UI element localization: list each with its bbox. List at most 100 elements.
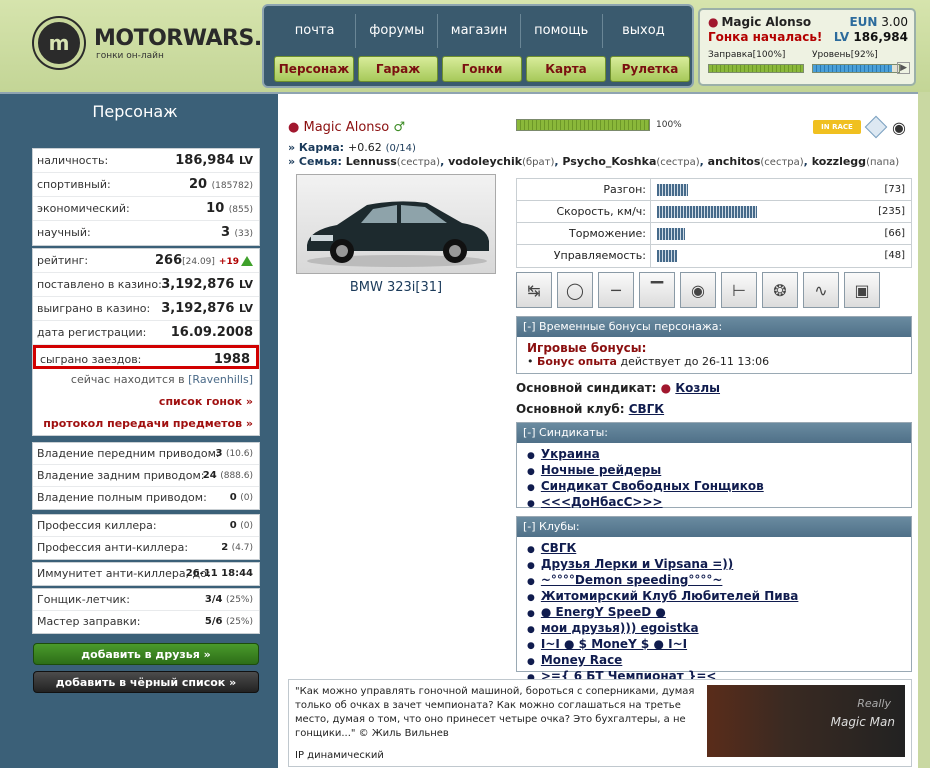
club-item-link[interactable]: ● EnergY SpeeD ● <box>541 605 666 619</box>
main-syndicate-line: Основной синдикат: ● Козлы <box>516 381 720 395</box>
add-blacklist-button[interactable]: добавить в чёрный список » <box>33 671 259 693</box>
immunity-box: Иммунитет анти-киллера, до: 26-11 18:44 <box>32 562 260 586</box>
nav-button-character[interactable]: Персонаж <box>274 56 354 82</box>
fuel-master-num: 5/6 <box>204 616 223 627</box>
syndicates-header[interactable]: [-] Синдикаты: <box>517 423 911 443</box>
drive-rear-row: Владение задним приводом: 24 (888.6) <box>33 465 259 487</box>
family-member[interactable]: vodoleychik <box>448 155 522 168</box>
casino-bet-value: 3,192,876 LV <box>161 273 253 297</box>
nav-button-garage[interactable]: Гараж <box>358 56 438 82</box>
club-item-link[interactable]: Money Race <box>541 653 622 667</box>
club-item-link[interactable]: мои друзья))) egoistka <box>541 621 699 635</box>
stat-bar <box>657 184 688 196</box>
club-item-link[interactable]: Житомирский Клуб Любителей Пива <box>541 589 799 603</box>
nav-link-forums[interactable]: форумы <box>356 14 439 48</box>
casino-won-value: 3,192,876 LV <box>161 297 253 321</box>
car-stats-table: Разгон: [73] Скорость, км/ч: [235] Торможе… <box>516 178 912 268</box>
stat-bar <box>657 250 677 262</box>
karma-sub[interactable]: (0/14) <box>386 143 416 154</box>
spoiler-icon[interactable]: ▔ <box>639 272 675 308</box>
eun-balance: EUN 3.00 <box>849 15 908 29</box>
syndicate-link[interactable]: Козлы <box>675 381 720 395</box>
races-played-value: 1988 <box>213 352 250 367</box>
sport-skill-row: спортивный: 20 (185782) <box>33 173 259 197</box>
list-item: <<<ДоНбасС>>> <box>527 495 901 511</box>
nav-button-map[interactable]: Карта <box>526 56 606 82</box>
race-status[interactable]: Гонка началась! <box>708 30 822 44</box>
family-member[interactable]: Psycho_Koshka <box>562 155 656 168</box>
nav-link-help[interactable]: помощь <box>521 14 603 48</box>
club-item-link[interactable]: Друзья Лерки и Vipsana =)) <box>541 557 733 571</box>
suspension-icon[interactable]: ↹ <box>516 272 552 308</box>
car-name[interactable]: BMW 323i[31] <box>296 280 496 295</box>
add-friend-button[interactable]: добавить в друзья » <box>33 643 259 665</box>
race-list-link[interactable]: список гонок » <box>33 391 259 413</box>
temp-bonus-panel: [-] Временные бонусы персонажа: Игровые … <box>516 316 912 374</box>
transfer-log-link[interactable]: протокол передачи предметов » <box>33 413 259 435</box>
killer-value: 0 (0) <box>230 515 253 537</box>
rating-plus: +19 <box>218 257 239 267</box>
user-box: ● Magic Alonso Гонка началась! EUN 3.00 L… <box>698 8 916 86</box>
club-item-link[interactable]: I~I ● $ MoneY $ ● I~I <box>541 637 687 651</box>
diamond-icon[interactable] <box>864 115 888 139</box>
car-photo[interactable] <box>296 174 496 274</box>
fuel-master-value: 5/6 (25%) <box>205 611 253 633</box>
clubs-header[interactable]: [-] Клубы: <box>517 517 911 537</box>
list-item: СВГК <box>527 541 901 557</box>
brake-disc-icon[interactable]: ◉ <box>680 272 716 308</box>
drive-awd-num: 0 <box>229 492 237 503</box>
syndicate-item-link[interactable]: Украина <box>541 447 600 461</box>
club-item-link[interactable]: СВГК <box>541 541 576 555</box>
nav-button-roulette[interactable]: Рулетка <box>610 56 690 82</box>
temp-bonus-header[interactable]: [-] Временные бонусы персонажа: <box>517 317 911 337</box>
karma-value: +0.62 <box>348 141 382 154</box>
intake-icon[interactable]: ⊢ <box>721 272 757 308</box>
money-row: наличность: 186,984 LV <box>33 149 259 173</box>
exhaust-icon[interactable]: ─ <box>598 272 634 308</box>
club-item-link[interactable]: ~°°°°Demon speeding°°°°~ <box>541 573 723 587</box>
list-item: Украина <box>527 447 901 463</box>
stat-label: Скорость, км/ч: <box>517 201 651 223</box>
sport-skill-sub: (185782) <box>211 181 253 191</box>
skills-box: Гонщик-летчик: 3/4 (25%) Мастер заправки:… <box>32 588 260 634</box>
family-member[interactable]: anchitos <box>708 155 761 168</box>
club-link[interactable]: СВГК <box>629 402 664 416</box>
nav-link-logout[interactable]: выход <box>603 14 684 48</box>
nav-link-mail[interactable]: почта <box>274 14 357 48</box>
location-row: сейчас находится в [Ravenhills] <box>33 369 259 391</box>
expand-arrow-icon[interactable]: ▶ <box>897 62 910 74</box>
stat-label: Торможение: <box>517 223 651 245</box>
stat-bar <box>657 228 685 240</box>
ecu-icon[interactable]: ∿ <box>803 272 839 308</box>
site-logo[interactable]: m MOTORWARS.RU гонки он-лайн <box>34 18 296 68</box>
casino-bet-unit: LV <box>238 278 253 291</box>
turbo-icon[interactable]: ❂ <box>762 272 798 308</box>
nav-top-links: почта форумы магазин помощь выход <box>274 14 684 48</box>
location-link[interactable]: [Ravenhills] <box>188 373 253 386</box>
money-box: наличность: 186,984 LV спортивный: 20 (185… <box>32 148 260 246</box>
family-label: » Семья: <box>288 155 342 168</box>
drive-front-num: 3 <box>215 448 223 459</box>
clubs-body: СВГК Друзья Лерки и Vipsana =)) ~°°°°Dem… <box>517 537 911 689</box>
stat-value: [48] <box>884 250 905 261</box>
profile-name-text: Magic Alonso <box>303 120 390 135</box>
nav-button-races[interactable]: Гонки <box>442 56 522 82</box>
casino-won-num: 3,192,876 <box>161 301 235 316</box>
sport-skill-num: 20 <box>188 177 208 192</box>
syndicate-item-link[interactable]: Синдикат Свободных Гонщиков <box>541 479 764 493</box>
user-name[interactable]: ● Magic Alonso <box>708 15 811 29</box>
killer-row: Профессия киллера: 0 (0) <box>33 515 259 537</box>
syndicate-item-link[interactable]: <<<ДоНбасС>>> <box>541 495 663 509</box>
money-value-num: 186,984 <box>175 153 235 168</box>
tire-icon[interactable]: ◯ <box>557 272 593 308</box>
family-member[interactable]: kozzlegg <box>812 155 866 168</box>
drive-rear-sub: (888.6) <box>220 471 253 481</box>
list-item: Money Race <box>527 653 901 669</box>
syndicate-item-link[interactable]: Ночные рейдеры <box>541 463 661 477</box>
family-member[interactable]: Lennuss <box>346 155 397 168</box>
stat-row: Скорость, км/ч: [235] <box>517 201 911 223</box>
casino-won-row: выиграно в казино: 3,192,876 LV <box>33 297 259 321</box>
camera-icon[interactable]: ◉ <box>892 118 906 137</box>
nitro-icon[interactable]: ▣ <box>844 272 880 308</box>
nav-link-shop[interactable]: магазин <box>438 14 521 48</box>
